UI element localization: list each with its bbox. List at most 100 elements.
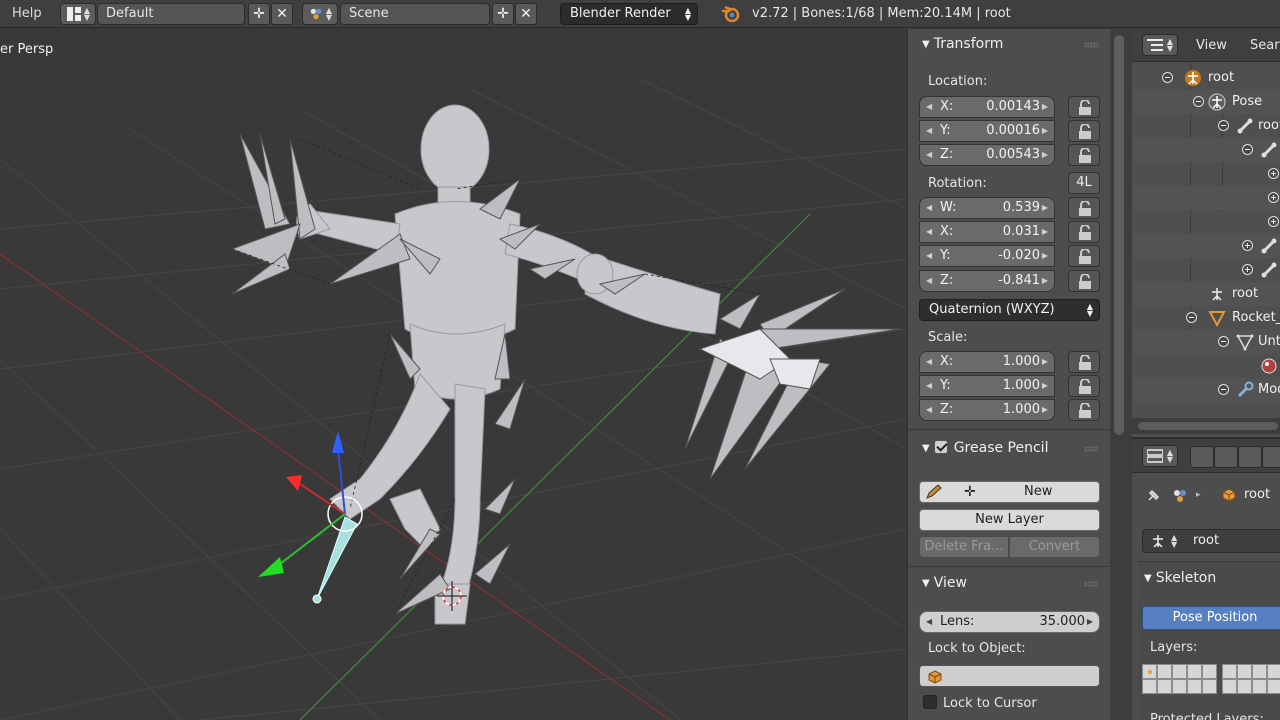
lock-to-cursor-checkbox[interactable] (923, 695, 937, 709)
skeleton-panel-header[interactable]: ▼ Skeleton (1144, 566, 1216, 590)
scale-z-field[interactable]: ◀ Z: 1.000 ▶ (919, 399, 1055, 421)
lock-4d-rotation-button[interactable]: 4L (1068, 172, 1100, 194)
layer-toggle[interactable] (1202, 664, 1217, 679)
expand-toggle-icon[interactable] (1162, 72, 1173, 83)
render-engine-dropdown[interactable]: Blender Render ▲ ▼ (560, 3, 698, 25)
scrollbar-thumb[interactable] (1138, 422, 1278, 430)
grease-pencil-checkbox[interactable] (933, 440, 948, 454)
layer-toggle[interactable] (1157, 664, 1172, 679)
expand-toggle-icon[interactable] (1218, 120, 1229, 131)
layer-toggle[interactable] (1172, 679, 1187, 694)
lock-rotation-w-button[interactable] (1068, 197, 1100, 219)
delete-frame-button[interactable]: Delete Fra... (919, 536, 1009, 558)
shelf-scrollbar[interactable] (1110, 29, 1132, 720)
lock-rotation-x-button[interactable] (1068, 221, 1100, 243)
render-tab-icon[interactable] (1190, 446, 1214, 468)
scrollbar-thumb[interactable] (1114, 35, 1124, 435)
add-screen-button[interactable]: ✛ (248, 3, 270, 25)
lock-location-x-button[interactable] (1068, 96, 1100, 118)
lock-scale-z-button[interactable] (1068, 399, 1100, 421)
scene-tab-icon[interactable] (1238, 446, 1262, 468)
grease-pencil-new-button[interactable]: ✛ New (919, 481, 1100, 503)
lock-rotation-z-button[interactable] (1068, 270, 1100, 292)
outliner-row-pose[interactable]: Pose (1132, 90, 1280, 114)
rotation-z-field[interactable]: ◀ Z: -0.841 ▶ (919, 270, 1055, 292)
outliner-row-armature-data[interactable]: root (1132, 282, 1280, 306)
add-scene-button[interactable]: ✛ (492, 3, 514, 25)
grease-pencil-panel-header[interactable]: ▼ Grease Pencil (922, 436, 1048, 460)
pose-position-button[interactable]: Pose Position (1142, 606, 1280, 630)
lock-location-z-button[interactable] (1068, 144, 1100, 166)
outliner-row-bone[interactable] (1132, 162, 1280, 186)
panel-grip-icon[interactable] (1084, 42, 1098, 48)
help-menu[interactable]: Help (12, 0, 42, 28)
editor-type-selector[interactable]: ▲ ▼ (1142, 445, 1178, 467)
layer-toggle[interactable] (1222, 679, 1237, 694)
outliner-view-menu[interactable]: View (1196, 29, 1227, 62)
world-tab-icon[interactable] (1262, 446, 1280, 468)
lock-scale-x-button[interactable] (1068, 351, 1100, 373)
outliner-row-bone[interactable] (1132, 210, 1280, 234)
new-layer-button[interactable]: New Layer (919, 509, 1100, 531)
expand-toggle-icon[interactable] (1268, 216, 1279, 227)
layer-toggle[interactable] (1202, 679, 1217, 694)
expand-toggle-icon[interactable] (1218, 384, 1229, 395)
delete-screen-button[interactable]: ✕ (271, 3, 293, 25)
location-y-field[interactable]: ◀ Y: 0.00016 ▶ (919, 120, 1055, 142)
layer-toggle[interactable] (1237, 679, 1252, 694)
view-panel-header[interactable]: ▼ View (922, 571, 967, 595)
expand-toggle-icon[interactable] (1242, 264, 1253, 275)
rotation-mode-dropdown[interactable]: Quaternion (WXYZ) ▲ ▼ (919, 299, 1100, 321)
layer-toggle[interactable] (1142, 679, 1157, 694)
screen-layout-field[interactable]: Default (97, 3, 245, 25)
layer-toggle[interactable] (1252, 679, 1267, 694)
expand-toggle-icon[interactable] (1193, 96, 1204, 107)
screen-layout-selector[interactable]: ▲ ▼ (60, 3, 96, 25)
scene-selector[interactable]: ▲ ▼ (302, 3, 338, 25)
expand-toggle-icon[interactable] (1186, 312, 1197, 323)
outliner-row-armature-root[interactable]: root (1132, 66, 1280, 90)
outliner-row-modifier[interactable]: Mod (1132, 378, 1280, 402)
layer-toggle[interactable] (1237, 664, 1252, 679)
lock-scale-y-button[interactable] (1068, 375, 1100, 397)
outliner-search-field[interactable]: Searc (1250, 29, 1280, 62)
outliner-row-material[interactable] (1132, 354, 1280, 378)
transform-panel-header[interactable]: ▼ Transform (922, 32, 1003, 56)
expand-toggle-icon[interactable] (1268, 168, 1279, 179)
scene-name-field[interactable]: Scene (340, 3, 490, 25)
rotation-w-field[interactable]: ◀ W: 0.539 ▶ (919, 197, 1055, 219)
outliner-row-mesh-data[interactable]: Unt (1132, 330, 1280, 354)
lens-field[interactable]: ◀ Lens: 35.000 ▶ (919, 611, 1100, 633)
rotation-y-field[interactable]: ◀ Y: -0.020 ▶ (919, 245, 1055, 267)
location-x-field[interactable]: ◀ X: 0.00143 ▶ (919, 96, 1055, 118)
outliner-horizontal-scrollbar[interactable] (1132, 418, 1280, 434)
armature-datablock-field[interactable]: ▲ ▼ root (1142, 529, 1280, 553)
layer-toggle[interactable] (1267, 664, 1280, 679)
layer-toggle[interactable] (1142, 664, 1157, 679)
outliner-row-bone[interactable] (1132, 258, 1280, 282)
outliner-row-mesh-object[interactable]: Rocket_ (1132, 306, 1280, 330)
y-axis-arrow[interactable] (258, 557, 284, 577)
outliner-row-bone[interactable] (1132, 234, 1280, 258)
x-axis-arrow[interactable] (286, 475, 302, 491)
panel-grip-icon[interactable] (1084, 446, 1098, 452)
outliner-row-bone-root[interactable]: root (1132, 114, 1280, 138)
expand-toggle-icon[interactable] (1242, 144, 1253, 155)
expand-toggle-icon[interactable] (1242, 240, 1253, 251)
location-z-field[interactable]: ◀ Z: 0.00543 ▶ (919, 144, 1055, 166)
delete-scene-button[interactable]: ✕ (515, 3, 537, 25)
render-layers-tab-icon[interactable] (1214, 446, 1238, 468)
layer-toggle[interactable] (1267, 679, 1280, 694)
lock-location-y-button[interactable] (1068, 120, 1100, 142)
layer-toggle[interactable] (1222, 664, 1237, 679)
convert-button[interactable]: Convert (1009, 536, 1100, 558)
layer-toggle[interactable] (1157, 679, 1172, 694)
scale-x-field[interactable]: ◀ X: 1.000 ▶ (919, 351, 1055, 373)
rotation-x-field[interactable]: ◀ X: 0.031 ▶ (919, 221, 1055, 243)
expand-toggle-icon[interactable] (1218, 336, 1229, 347)
lock-to-object-field[interactable] (919, 665, 1100, 687)
lock-rotation-y-button[interactable] (1068, 245, 1100, 267)
3d-viewport[interactable]: er Persp (0, 29, 907, 720)
outliner-row-bone[interactable] (1132, 186, 1280, 210)
pin-icon[interactable] (1146, 487, 1162, 503)
